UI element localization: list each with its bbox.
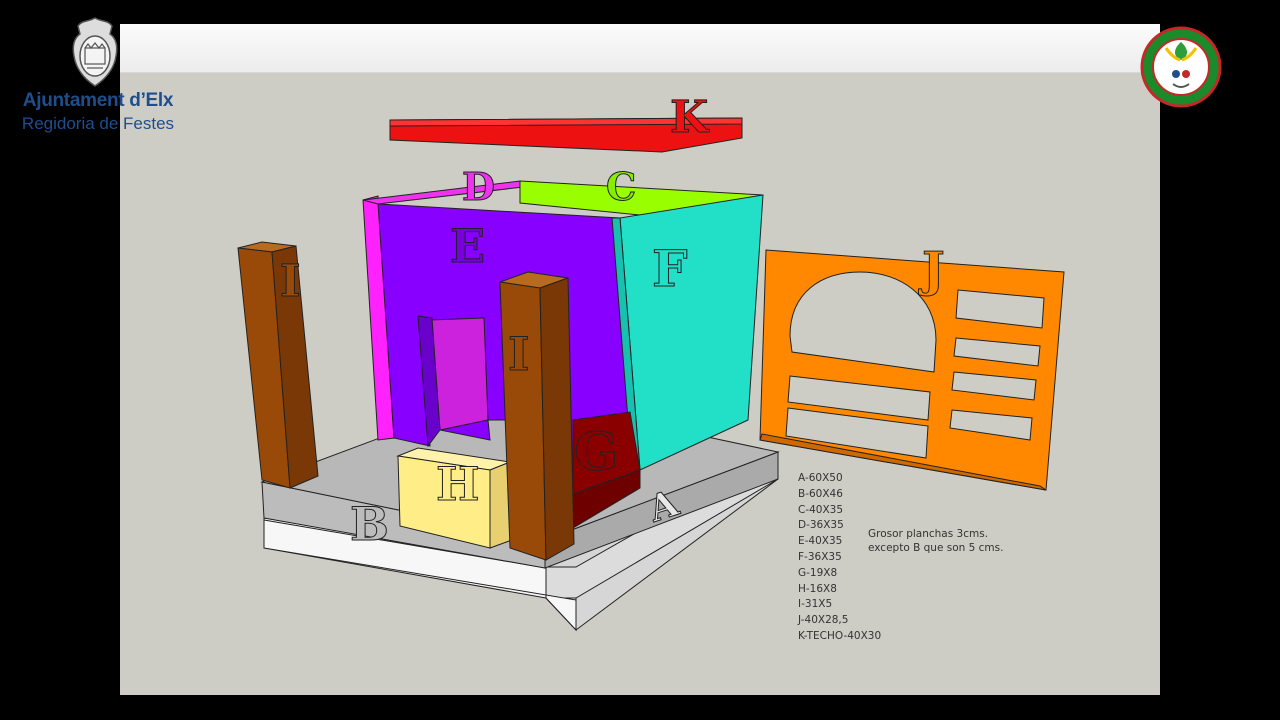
pillar-i-left xyxy=(237,241,319,489)
brand: Ajuntament d’Elx Regidoria de Festes xyxy=(8,90,188,134)
dimension-k: K-TECHO-40X30 xyxy=(798,629,882,642)
crest-logo xyxy=(72,17,118,87)
thickness-note: Grosor planchas 3cms. excepto B que son … xyxy=(868,527,1003,555)
label-i-right: I xyxy=(508,327,530,381)
association-badge-logo xyxy=(1140,26,1222,108)
label-c: C xyxy=(606,164,636,209)
dimension-j: J-40X28,5 xyxy=(798,614,849,627)
dimension-h: H-16X8 xyxy=(798,582,837,595)
label-b: B xyxy=(350,497,389,551)
label-g: G xyxy=(574,422,618,483)
label-h: H xyxy=(436,457,479,511)
panel-j xyxy=(759,249,1065,491)
label-k: K xyxy=(670,92,710,143)
wall-f xyxy=(611,194,764,471)
label-j: J xyxy=(918,242,945,298)
brand-name: Ajuntament d’Elx xyxy=(22,90,174,111)
dimension-b: B-60X46 xyxy=(798,487,843,500)
model-scene: K D C E F J I I G H B A xyxy=(237,92,1065,632)
label-d: D xyxy=(462,164,495,209)
dimension-i: I-31X5 xyxy=(798,598,833,611)
dimension-a: A-60X50 xyxy=(798,472,843,484)
brand-subtitle: Regidoria de Festes xyxy=(21,114,175,133)
label-f: F xyxy=(652,239,688,298)
label-e: E xyxy=(450,219,485,273)
label-i-left: I xyxy=(280,256,301,307)
pillar-i-right xyxy=(499,271,575,561)
note-line-2: excepto B que son 5 cms. xyxy=(868,542,1004,554)
dimension-g: G-19X8 xyxy=(798,566,838,579)
note-line-1: Grosor planchas 3cms. xyxy=(868,528,989,540)
dimension-list: A-60X50 B-60X46 C-40X35 D-36X35 E-40X35 … xyxy=(798,471,881,645)
dimension-c: C-40X35 xyxy=(798,503,844,516)
